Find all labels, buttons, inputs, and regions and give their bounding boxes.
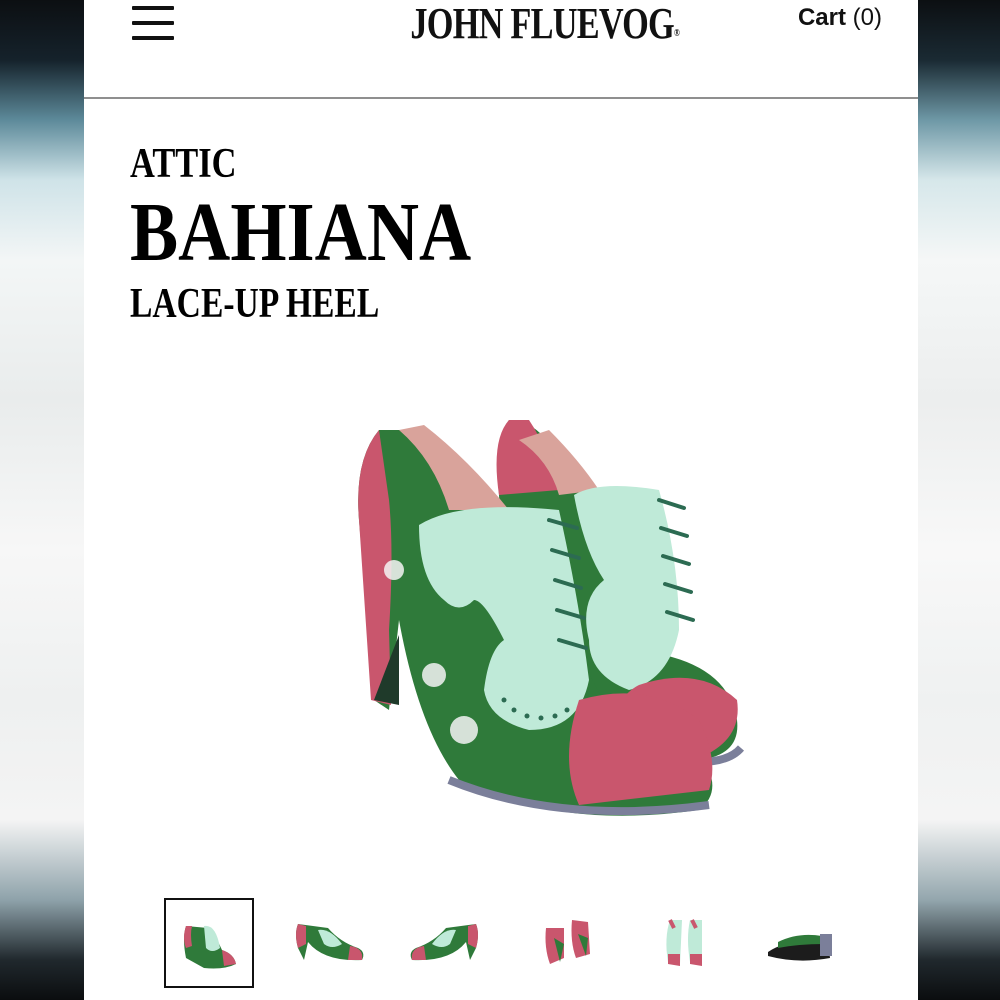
product-image (358, 420, 745, 816)
site-header: JOHN FLUEVOG® Cart (0) (84, 0, 918, 99)
thumbnail-4[interactable] (524, 898, 614, 988)
collection-name: ATTIC (130, 141, 237, 187)
thumbnail-3[interactable] (400, 898, 490, 988)
thumbnail-5[interactable] (640, 898, 730, 988)
thumbnail-shoe-inside (410, 924, 478, 961)
blurred-backdrop-left (0, 0, 84, 1000)
menu-icon[interactable] (132, 6, 174, 40)
cart-count: (0) (852, 4, 882, 31)
thumbnail-shoe-front (666, 919, 702, 966)
registered-mark: ® (673, 28, 680, 39)
thumbnail-6[interactable] (758, 898, 848, 988)
thumbnail-strip (164, 898, 864, 990)
thumbnail-shoe-sole (768, 934, 832, 961)
product-type: LACE-UP HEEL (130, 281, 380, 327)
product-page: JOHN FLUEVOG® Cart (0) ATTIC BAHIANA LAC… (84, 0, 918, 1000)
site-logo[interactable]: JOHN FLUEVOG® (410, 0, 679, 54)
blurred-backdrop-right (918, 0, 1000, 1000)
cart-label: Cart (797, 4, 846, 31)
thumbnail-2[interactable] (284, 898, 374, 988)
thumbnail-shoe-back (545, 920, 590, 964)
thumbnail-shoe-pair (184, 925, 236, 969)
logo-text: JOHN FLUEVOG (410, 0, 674, 48)
thumbnail-1[interactable] (164, 898, 254, 988)
product-name: BAHIANA (130, 186, 472, 279)
product-title: ATTIC BAHIANA LACE-UP HEEL (130, 140, 527, 328)
thumbnail-shoe-side (296, 924, 364, 961)
cart-link[interactable]: Cart (0) (798, 4, 882, 32)
